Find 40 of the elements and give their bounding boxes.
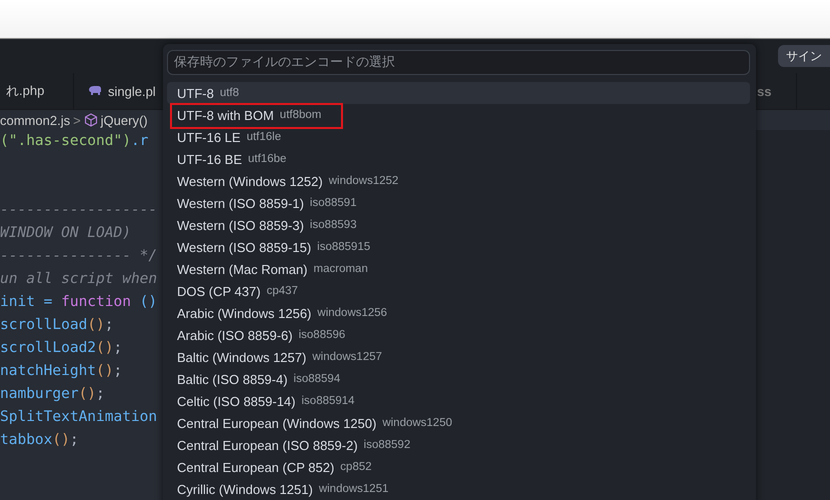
encoding-option[interactable]: DOS (CP 437) cp437: [167, 280, 750, 302]
search-field[interactable]: 保存時のファイルのエンコードの選択: [167, 50, 750, 75]
code-line: WINDOW ON LOAD): [0, 225, 131, 241]
code-line: SplitTextAnimation: [0, 409, 158, 425]
encoding-option[interactable]: Western (ISO 8859-15) iso885915: [167, 236, 750, 258]
encoding-option[interactable]: UTF-8 with BOM utf8bom: [167, 104, 750, 126]
code-line: ------------------: [0, 202, 158, 218]
code-line: tabbox();: [0, 432, 79, 448]
code-line: scrollLoad2();: [0, 340, 122, 356]
encoding-option[interactable]: UTF-8 utf8: [167, 82, 750, 104]
encoding-option[interactable]: Western (ISO 8859-1) iso88591: [167, 192, 750, 214]
breadcrumb-file[interactable]: common2.js: [0, 112, 70, 128]
elephant-icon: [88, 86, 102, 96]
code-line: --------------- */: [0, 248, 158, 264]
encoding-option[interactable]: UTF-16 BE utf16be: [167, 148, 750, 170]
encoding-option[interactable]: Arabic (ISO 8859-6) iso88596: [167, 324, 750, 346]
encoding-option[interactable]: Western (ISO 8859-3) iso88593: [167, 214, 750, 236]
encoding-option[interactable]: UTF-16 LE utf16le: [167, 126, 750, 148]
breadcrumb-separator: >: [73, 112, 81, 128]
encoding-option[interactable]: Western (Windows 1252) windows1252: [167, 170, 750, 192]
cube-icon: [84, 113, 98, 127]
encoding-option[interactable]: Baltic (Windows 1257) windows1257: [167, 346, 750, 368]
encoding-option[interactable]: Celtic (ISO 8859-14) iso885914: [167, 390, 750, 412]
breadcrumb-symbol[interactable]: jQuery(): [100, 112, 148, 128]
sign-in-button[interactable]: サイン: [778, 45, 830, 67]
encoding-option[interactable]: Central European (Windows 1250) windows1250: [167, 412, 750, 434]
encoding-option[interactable]: Central European (ISO 8859-2) iso88592: [167, 434, 750, 456]
encoding-option[interactable]: Arabic (Windows 1256) windows1256: [167, 302, 750, 324]
encoding-option[interactable]: Western (Mac Roman) macroman: [167, 258, 750, 280]
code-line: scrollLoad();: [0, 317, 114, 333]
code-line: un all script when: [0, 271, 158, 287]
encoding-option[interactable]: Cyrillic (Windows 1251) windows1251: [167, 478, 750, 500]
editor-tab[interactable]: れ.php: [0, 73, 74, 109]
code-line: (".has-second").r: [0, 133, 148, 149]
code-line: natchHeight();: [0, 363, 122, 379]
editor-tab[interactable]: single.pl: [74, 73, 163, 109]
encoding-option[interactable]: Central European (CP 852) cp852: [167, 456, 750, 478]
code-line: init = function (): [0, 294, 158, 310]
encoding-option[interactable]: Baltic (ISO 8859-4) iso88594: [167, 368, 750, 390]
code-line: namburger();: [0, 386, 105, 402]
